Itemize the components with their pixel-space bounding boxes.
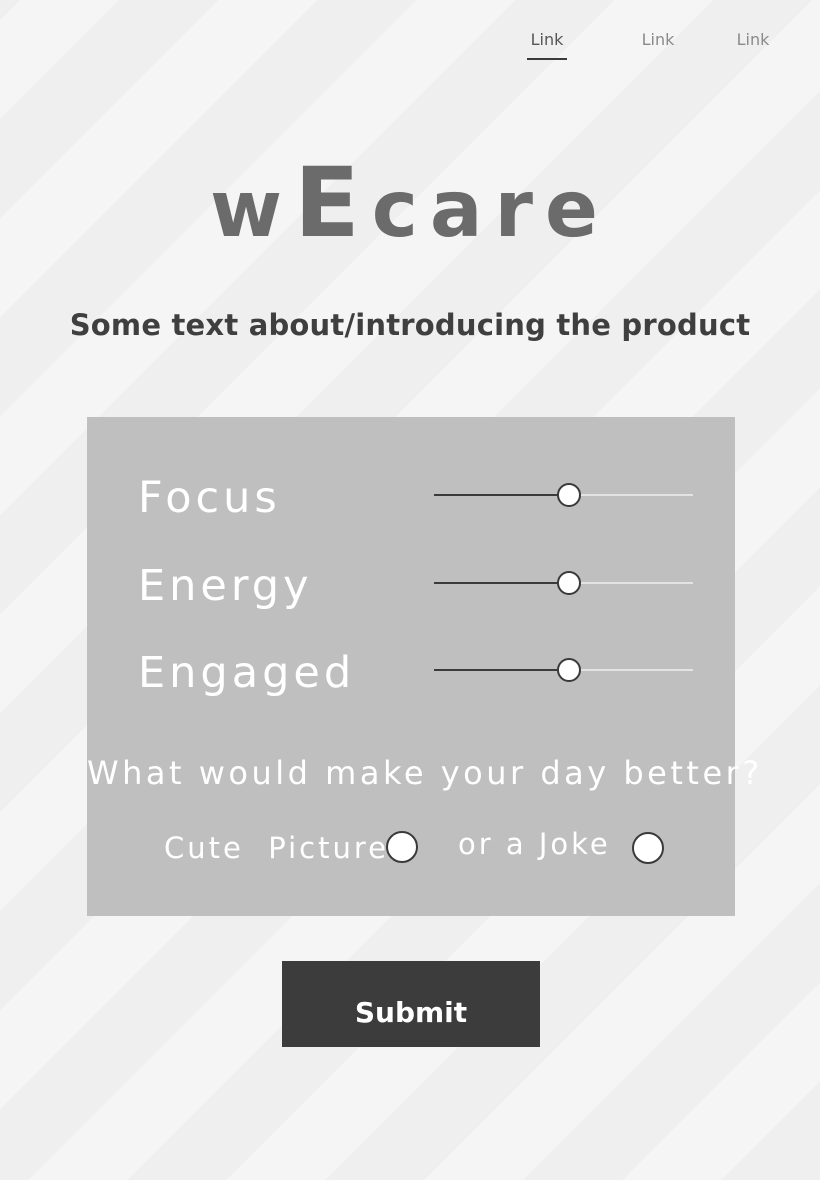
question-text: What would make your day better? [87,754,763,792]
engaged-label: Engaged [138,648,356,698]
submit-button[interactable]: Submit [282,961,540,1047]
tagline: Some text about/introducing the product [69,308,751,342]
slider-fill [434,669,569,671]
logo-part-2: E [294,147,372,259]
energy-label: Energy [138,561,313,611]
picture-radio[interactable] [386,831,418,863]
energy-slider[interactable] [434,568,693,598]
slider-thumb[interactable] [556,658,581,682]
top-nav: Link Link Link [0,28,820,64]
slider-thumb[interactable] [556,483,581,507]
logo: wEcare [0,155,820,251]
nav-link-1[interactable]: Link [527,28,567,60]
engaged-slider[interactable] [434,655,693,685]
focus-label: Focus [138,473,281,523]
slider-thumb[interactable] [556,571,581,595]
joke-radio[interactable] [632,832,664,864]
logo-part-1: w [210,165,295,255]
slider-fill [434,582,569,584]
focus-slider[interactable] [434,480,693,510]
joke-choice-label: or a Joke [458,827,611,861]
submit-label: Submit [354,996,468,1029]
logo-part-3: care [371,165,610,255]
picture-choice-label: Cute Picture [164,831,390,865]
nav-link-3[interactable]: Link [733,28,773,52]
slider-fill [434,494,569,496]
nav-link-2[interactable]: Link [638,28,678,52]
mood-panel: Focus Energy Engaged What would make you… [87,417,763,916]
